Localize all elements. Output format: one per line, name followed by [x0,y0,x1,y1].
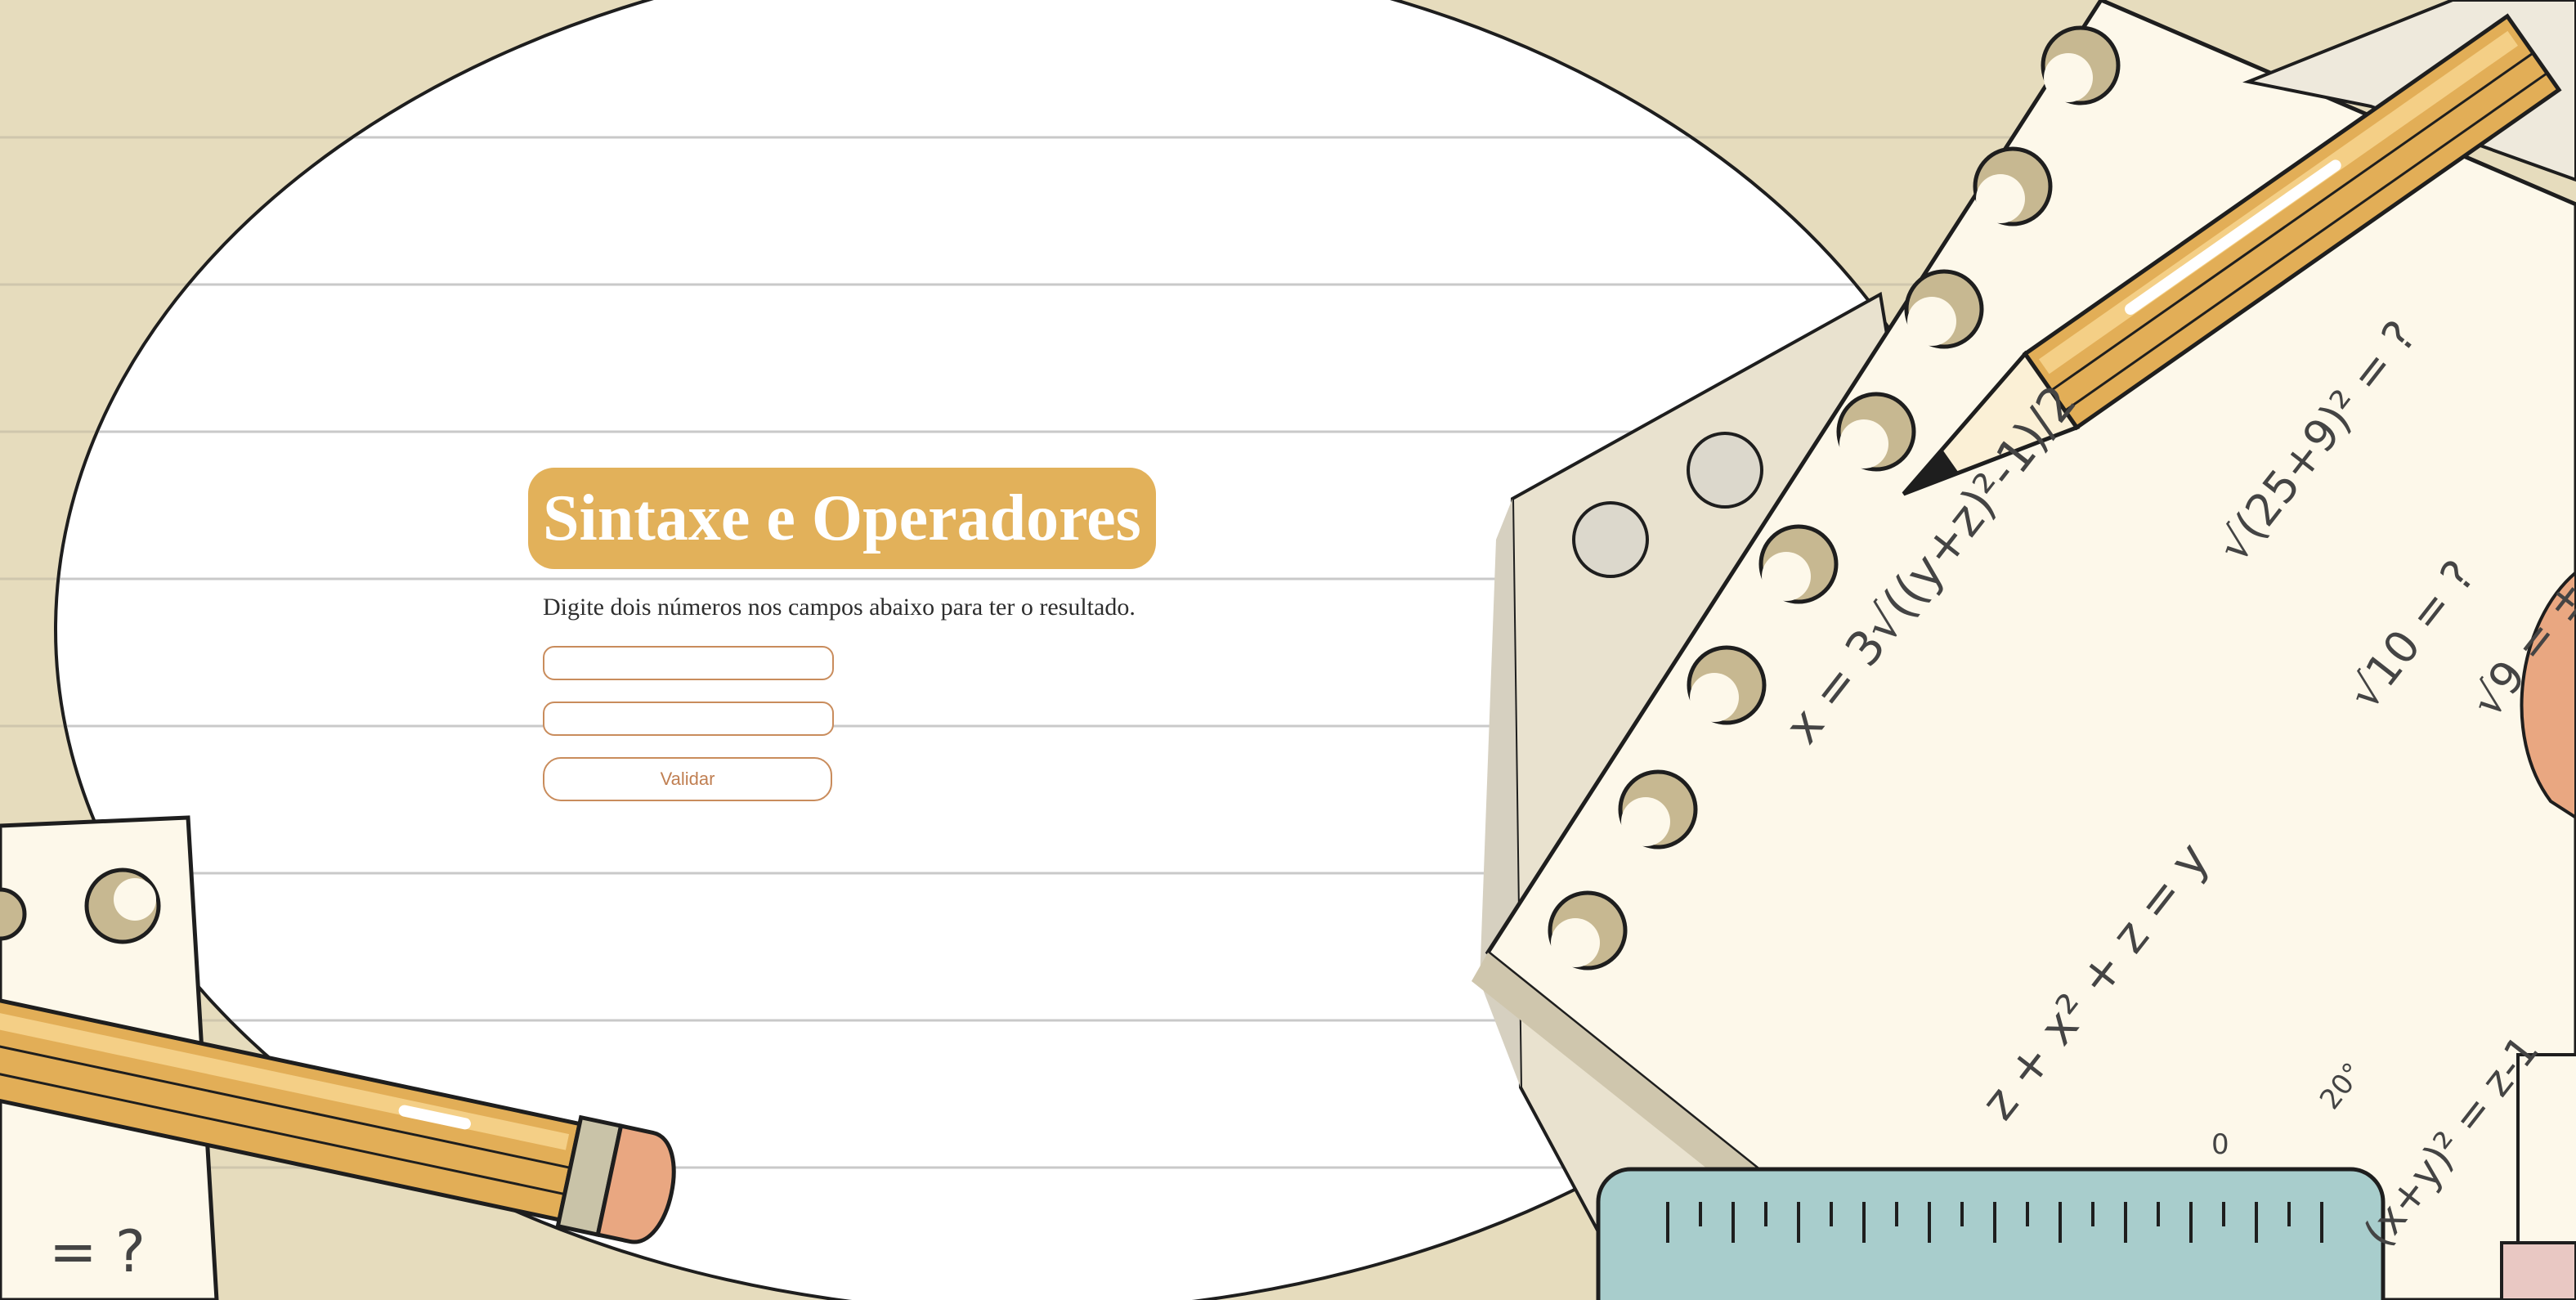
equation-text: 0 [2211,1128,2229,1161]
validate-button[interactable]: Validar [543,757,832,801]
equation-text: = ? [49,1218,146,1285]
number-1-input[interactable] [543,646,834,680]
equation-text: 20° [2314,1056,2370,1116]
equation-text: √(25+9)² = ? [2207,311,2427,572]
equation-text: x = 3√((y+z)²-1)/2 [1774,374,2088,754]
math-equations-layer: x = 3√((y+z)²-1)/2 z + x² + z = y √(25+9… [0,0,2576,1300]
instructions-text: Digite dois números nos campos abaixo pa… [543,594,1136,621]
equation-text: √9 = ± [2461,570,2576,727]
number-2-input[interactable] [543,702,834,736]
equation-text: z + x² + z = y [1970,832,2220,1130]
form-panel: Sintaxe e Operadores Digite dois números… [528,468,1156,801]
page-scene: x = 3√((y+z)²-1)/2 z + x² + z = y √(25+9… [0,0,2576,1300]
page-title: Sintaxe e Operadores [528,468,1156,569]
equation-text: (x+y)² = z-1 [2354,1026,2548,1256]
